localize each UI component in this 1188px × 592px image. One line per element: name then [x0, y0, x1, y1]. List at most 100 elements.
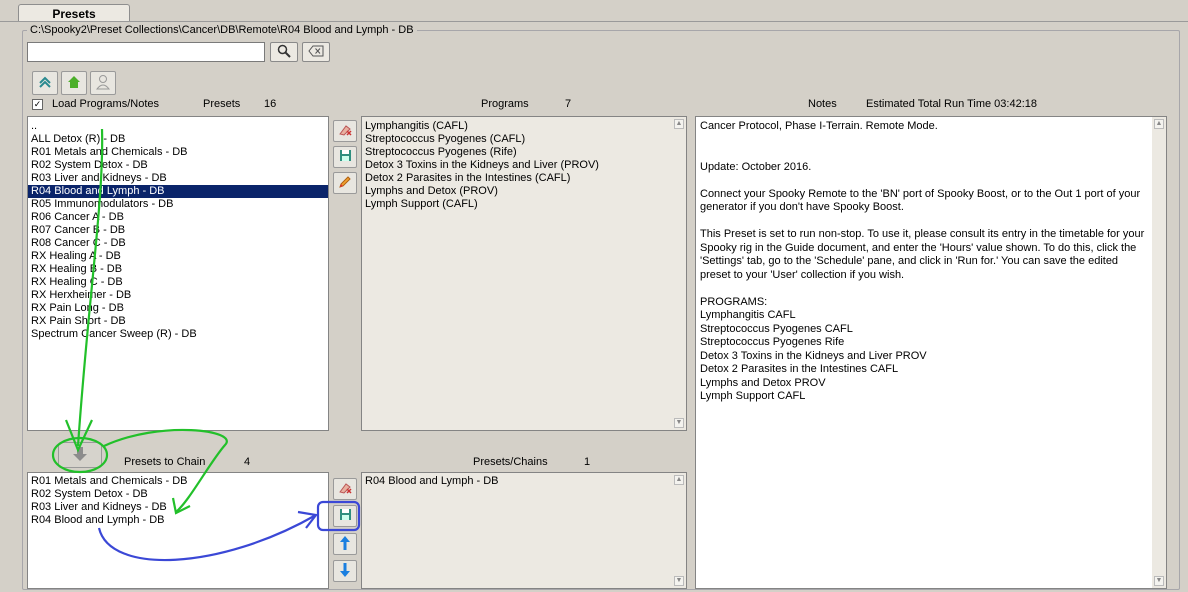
list-item[interactable]: RX Pain Long - DB — [28, 302, 328, 315]
notes-line: Streptococcus Pyogenes CAFL — [700, 322, 853, 335]
notes-line: PROGRAMS: — [700, 295, 768, 308]
notes-scrollbar[interactable]: ▲ ▼ — [1152, 117, 1166, 588]
notes-line: Lymph Support CAFL — [700, 390, 806, 402]
clear-icon — [308, 45, 324, 60]
list-item[interactable]: R06 Cancer A - DB — [28, 211, 328, 224]
user-icon — [95, 74, 111, 93]
notes-line — [700, 174, 1146, 188]
list-item[interactable]: R02 System Detox - DB — [28, 488, 328, 501]
list-item[interactable]: R04 Blood and Lymph - DB — [28, 185, 328, 198]
notes-line: Detox 2 Parasites in the Intestines CAFL — [700, 363, 899, 375]
list-item[interactable]: Streptococcus Pyogenes (Rife) — [362, 146, 686, 159]
scroll-up-arrow[interactable]: ▲ — [1154, 119, 1164, 129]
scroll-down-arrow[interactable]: ▼ — [1154, 576, 1164, 586]
search-icon — [277, 44, 291, 61]
down-arrow-icon — [73, 446, 87, 465]
preset-path: C:\Spooky2\Preset Collections\Cancer\DB\… — [27, 24, 417, 36]
notes-line: Lymphangitis CAFL — [700, 309, 796, 321]
list-item[interactable]: R03 Liver and Kidneys - DB — [28, 172, 328, 185]
notes-line — [700, 282, 1146, 296]
home-icon — [67, 75, 81, 92]
edit-icon — [338, 175, 352, 192]
notes-line: Detox 3 Toxins in the Kidneys and Liver … — [700, 349, 927, 362]
notes-line: Connect your Spooky Remote to the 'BN' p… — [700, 187, 1141, 214]
delete-chain-button[interactable] — [333, 478, 357, 500]
preset-chains-scrollbar[interactable]: ▲ ▼ — [672, 473, 686, 588]
scroll-down-arrow[interactable]: ▼ — [674, 576, 684, 586]
list-item[interactable]: ALL Detox (R) - DB — [28, 133, 328, 146]
list-item[interactable]: RX Healing B - DB — [28, 263, 328, 276]
search-input[interactable] — [27, 42, 265, 62]
programs-count: 7 — [565, 98, 572, 110]
clear-search-button[interactable] — [302, 42, 330, 62]
add-to-chain-button[interactable] — [58, 442, 102, 468]
scroll-down-arrow[interactable]: ▼ — [674, 418, 684, 428]
save-icon — [339, 149, 352, 165]
notes-panel[interactable]: Cancer Protocol, Phase I-Terrain. Remote… — [695, 116, 1167, 589]
edit-program-button[interactable] — [333, 172, 357, 194]
up-icon — [38, 75, 52, 92]
list-item[interactable]: R02 System Detox - DB — [28, 159, 328, 172]
list-item[interactable]: .. — [28, 120, 328, 133]
notes-line: Lymphs and Detox PROV — [700, 376, 826, 389]
chain-header: Presets to Chain — [124, 456, 206, 468]
save-chain-button[interactable] — [333, 505, 357, 527]
list-item[interactable]: R08 Cancer C - DB — [28, 237, 328, 250]
list-item[interactable]: RX Herxheimer - DB — [28, 289, 328, 302]
list-item[interactable]: Detox 3 Toxins in the Kidneys and Liver … — [362, 159, 686, 172]
programs-header: Programs — [481, 98, 529, 110]
notes-line — [700, 147, 1146, 161]
notes-line: Update: October 2016. — [700, 160, 812, 173]
tab-presets[interactable]: Presets — [18, 4, 130, 22]
list-item[interactable]: R01 Metals and Chemicals - DB — [28, 475, 328, 488]
list-item[interactable]: R07 Cancer B - DB — [28, 224, 328, 237]
list-item[interactable]: Lymph Support (CAFL) — [362, 198, 686, 211]
delete-program-button[interactable] — [333, 120, 357, 142]
list-item[interactable]: R03 Liver and Kidneys - DB — [28, 501, 328, 514]
load-programs-checkbox[interactable]: ✓ — [32, 99, 43, 110]
list-item[interactable]: Streptococcus Pyogenes (CAFL) — [362, 133, 686, 146]
move-up-button[interactable] — [333, 533, 357, 555]
notes-line — [700, 134, 1146, 148]
arrow-up-icon — [340, 535, 350, 553]
list-item[interactable]: RX Healing A - DB — [28, 250, 328, 263]
notes-header: Notes — [808, 98, 837, 110]
presets-count: 16 — [264, 98, 277, 110]
save-icon — [339, 508, 352, 524]
list-item[interactable]: R04 Blood and Lymph - DB — [362, 475, 686, 488]
list-item[interactable]: Spectrum Cancer Sweep (R) - DB — [28, 328, 328, 341]
preset-chains-list[interactable]: R04 Blood and Lymph - DB ▲ ▼ — [361, 472, 687, 589]
programs-scrollbar[interactable]: ▲ ▼ — [672, 117, 686, 430]
list-item[interactable]: Lymphangitis (CAFL) — [362, 120, 686, 133]
search-button[interactable] — [270, 42, 298, 62]
save-program-button[interactable] — [333, 146, 357, 168]
preset-chains-count: 1 — [584, 456, 591, 468]
scroll-up-arrow[interactable]: ▲ — [674, 475, 684, 485]
list-item[interactable]: R01 Metals and Chemicals - DB — [28, 146, 328, 159]
programs-list[interactable]: Lymphangitis (CAFL) Streptococcus Pyogene… — [361, 116, 687, 431]
list-item[interactable]: Detox 2 Parasites in the Intestines (CAF… — [362, 172, 686, 185]
notes-line — [700, 215, 1146, 229]
up-button[interactable] — [32, 71, 58, 95]
notes-line: Streptococcus Pyogenes Rife — [700, 336, 845, 348]
list-item[interactable]: RX Pain Short - DB — [28, 315, 328, 328]
delete-icon — [338, 124, 352, 139]
preset-chains-header: Presets/Chains — [473, 456, 548, 468]
chain-count: 4 — [244, 456, 251, 468]
list-item[interactable]: R04 Blood and Lymph - DB — [28, 514, 328, 527]
tab-divider — [0, 21, 1188, 22]
delete-icon — [338, 482, 352, 497]
chain-list[interactable]: R01 Metals and Chemicals - DB R02 System … — [27, 472, 329, 589]
move-down-button[interactable] — [333, 560, 357, 582]
notes-line: Cancer Protocol, Phase I-Terrain. Remote… — [700, 120, 938, 132]
home-button[interactable] — [61, 71, 87, 95]
list-item[interactable]: RX Healing C - DB — [28, 276, 328, 289]
list-item[interactable]: R05 Immunomodulators - DB — [28, 198, 328, 211]
scroll-up-arrow[interactable]: ▲ — [674, 119, 684, 129]
user-button[interactable] — [90, 71, 116, 95]
load-programs-label: Load Programs/Notes — [52, 98, 159, 110]
list-item[interactable]: Lymphs and Detox (PROV) — [362, 185, 686, 198]
presets-header: Presets — [203, 98, 241, 110]
runtime-label: Estimated Total Run Time 03:42:18 — [866, 98, 1038, 110]
presets-list[interactable]: .. ALL Detox (R) - DB R01 Metals and Chemi… — [27, 116, 329, 431]
